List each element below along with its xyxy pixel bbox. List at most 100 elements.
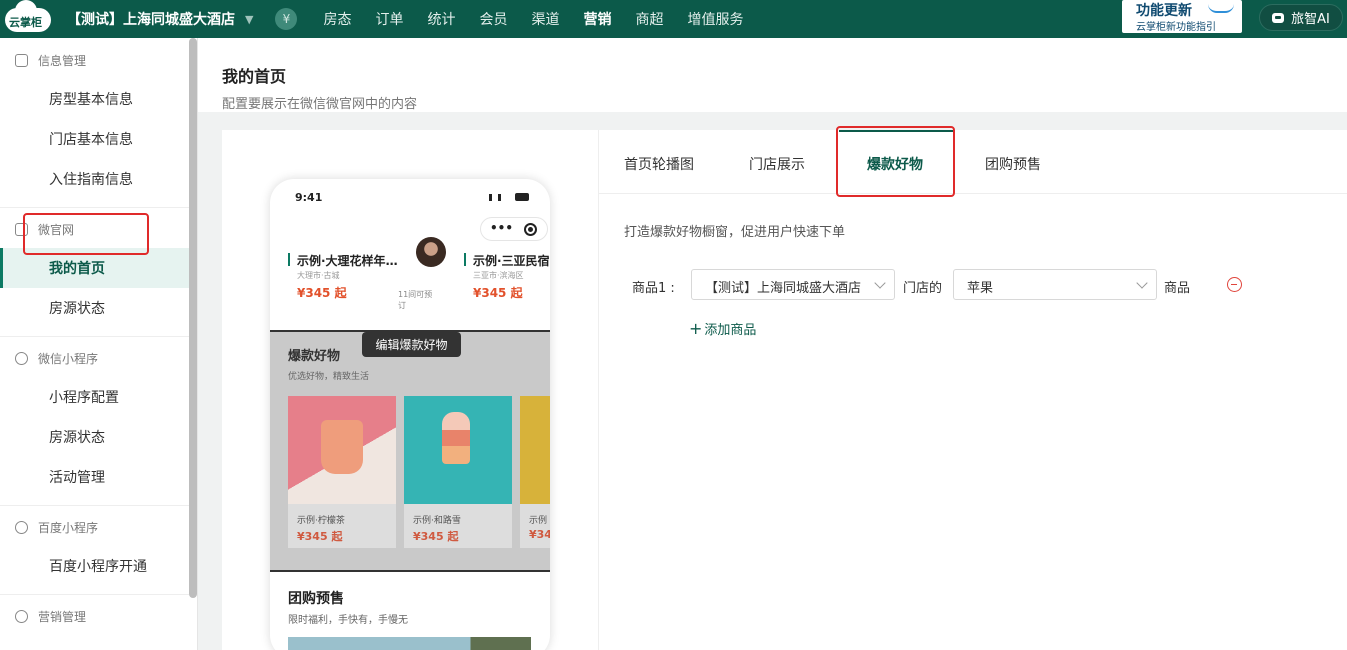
tab-banner[interactable]: 首页轮播图 <box>624 154 694 174</box>
phone-time: 9:41 <box>295 191 323 204</box>
highlight-box-sidebar <box>23 213 149 255</box>
sidebar-item-room-info[interactable]: 房型基本信息 <box>0 79 189 119</box>
product-card: 示例·和路雪 ¥345 起 <box>404 396 512 548</box>
sidebar-group-label: 百度小程序 <box>38 520 99 535</box>
group-buy-subtitle: 限时福利，手快有，手慢无 <box>288 615 408 626</box>
page-header: 我的首页 配置要展示在微信微官网中的内容 <box>198 38 1347 112</box>
app-logo[interactable]: 云掌柜 <box>3 0 53 34</box>
store-switcher[interactable]: 【测试】上海同城盛大酒店 <box>67 9 235 29</box>
mini-capsule: ••• <box>480 217 548 241</box>
sidebar-group-baidu-mini[interactable]: 百度小程序 <box>0 518 189 536</box>
phone-preview-panel: 9:41 ••• 示例·大理花样年华... 大理市·古城 ¥345 起 11间可… <box>222 130 598 650</box>
highlight-box-tab <box>836 126 955 197</box>
hotel-price: ¥345 起 <box>473 286 523 300</box>
product-price: ¥345 起 <box>297 530 343 543</box>
update-title: 功能更新 <box>1136 3 1192 19</box>
page-subtitle: 配置要展示在微信微官网中的内容 <box>222 97 418 112</box>
hotel-price: ¥345 起 <box>297 286 347 300</box>
sidebar-item-checkin-guide[interactable]: 入住指南信息 <box>0 159 189 199</box>
product-select[interactable]: 苹果 <box>953 269 1157 300</box>
product-image <box>404 396 512 504</box>
product-select-value: 苹果 <box>967 281 994 296</box>
remove-product-icon[interactable] <box>1227 277 1242 292</box>
sidebar-scrollbar[interactable] <box>189 38 197 598</box>
chevron-down-icon <box>874 277 886 289</box>
top-bar: 云掌柜 【测试】上海同城盛大酒店 ▼ ¥ 房态 订单 统计 会员 渠道 营销 商… <box>0 0 1347 38</box>
tab-group-buy[interactable]: 团购预售 <box>985 154 1041 174</box>
battery-icon <box>515 193 529 201</box>
section-title: 爆款好物 <box>288 349 341 364</box>
config-tabs: 首页轮播图 门店展示 爆款好物 团购预售 <box>599 130 1347 194</box>
product-card: 示例 ¥34 <box>520 396 550 548</box>
close-target-icon <box>524 223 537 236</box>
edit-hot-products-tooltip[interactable]: 编辑爆款好物 <box>362 332 461 357</box>
product-image <box>520 396 550 504</box>
signal-icon <box>489 194 501 201</box>
add-product-label: 添加商品 <box>704 323 757 338</box>
ai-label: 旅智AI <box>1291 12 1330 27</box>
sidebar-group-wechat-mini[interactable]: 微信小程序 <box>0 349 189 367</box>
sidebar-group-info[interactable]: 信息管理 <box>0 51 189 69</box>
product-name: 示例 <box>529 516 548 526</box>
chevron-down-icon <box>1136 277 1148 289</box>
product-image <box>288 396 396 504</box>
more-icon: ••• <box>490 221 514 235</box>
update-subtitle: 云掌柜新功能指引 <box>1136 22 1216 33</box>
tab-store-display[interactable]: 门店展示 <box>749 154 805 174</box>
sidebar-group-label: 营销管理 <box>38 609 87 624</box>
divider <box>0 207 189 208</box>
hot-products-preview[interactable]: 爆款好物 优选好物，精致生活 示例·柠檬茶 ¥345 起 示例·和路雪 ¥345… <box>270 330 550 572</box>
product-price: ¥345 起 <box>413 530 459 543</box>
status-icons <box>489 193 529 201</box>
main-nav: 房态 订单 统计 会员 渠道 营销 商超 增值服务 <box>311 9 755 29</box>
add-product-button[interactable]: + 添加商品 <box>689 319 756 338</box>
phone-frame: 9:41 ••• 示例·大理花样年华... 大理市·古城 ¥345 起 11间可… <box>270 179 550 650</box>
store-select[interactable]: 【测试】上海同城盛大酒店 <box>691 269 895 300</box>
nav-orders[interactable]: 订单 <box>375 9 403 29</box>
sidebar-item-activities[interactable]: 活动管理 <box>0 457 189 497</box>
hotel-location: 大理市·古城 <box>297 271 340 280</box>
ai-assistant-button[interactable]: 旅智AI <box>1259 4 1343 31</box>
product-price: ¥34 <box>529 528 550 541</box>
nav-members[interactable]: 会员 <box>479 9 507 29</box>
product-suffix-label: 商品 <box>1164 281 1191 296</box>
divider <box>0 505 189 506</box>
product-row-label: 商品1 : <box>632 281 675 296</box>
nav-channels[interactable]: 渠道 <box>531 9 559 29</box>
sidebar: 信息管理 房型基本信息 门店基本信息 入住指南信息 微官网 我的首页 房源状态 … <box>0 38 198 650</box>
robot-icon <box>1272 12 1285 23</box>
sidebar-group-label: 微信小程序 <box>38 351 99 366</box>
nav-mall[interactable]: 商超 <box>635 9 663 29</box>
hotel-location: 三亚市·滨海区 <box>473 271 524 280</box>
logo-text: 云掌柜 <box>9 16 42 29</box>
nav-fangtai[interactable]: 房态 <box>323 9 351 29</box>
store-of-label: 门店的 <box>903 281 943 296</box>
chevron-down-icon[interactable]: ▼ <box>245 13 253 26</box>
sidebar-item-mini-config[interactable]: 小程序配置 <box>0 377 189 417</box>
sidebar-item-baidu-open[interactable]: 百度小程序开通 <box>0 546 189 586</box>
product-name: 示例·和路雪 <box>413 516 461 526</box>
section-description: 打造爆款好物橱窗，促进用户快速下单 <box>624 225 846 240</box>
group-buy-image <box>288 637 531 650</box>
nav-value-added[interactable]: 增值服务 <box>687 9 743 29</box>
hotel-card: 示例·三亚民宿 三亚市·滨海区 ¥345 起 <box>446 242 550 304</box>
divider <box>0 594 189 595</box>
plus-icon: + <box>689 319 703 338</box>
sidebar-item-room-status[interactable]: 房源状态 <box>0 288 189 328</box>
hotel-availability: 11间可预订 <box>398 290 433 310</box>
nav-marketing[interactable]: 营销 <box>583 9 611 29</box>
nav-stats[interactable]: 统计 <box>427 9 455 29</box>
group-buy-title: 团购预售 <box>288 591 344 607</box>
hotel-card: 示例·大理花样年华... 大理市·古城 ¥345 起 11间可预订 <box>270 242 440 310</box>
miniprogram-icon <box>15 520 28 534</box>
wave-icon <box>1208 4 1234 13</box>
sparkle-icon <box>15 609 28 623</box>
divider <box>0 336 189 337</box>
sidebar-item-store-info[interactable]: 门店基本信息 <box>0 119 189 159</box>
feature-update-banner[interactable]: 功能更新 云掌柜新功能指引 <box>1122 0 1242 33</box>
cube-icon <box>15 53 28 67</box>
sidebar-group-marketing[interactable]: 营销管理 <box>0 607 189 625</box>
yen-icon[interactable]: ¥ <box>275 8 298 30</box>
miniprogram-icon <box>15 351 28 365</box>
sidebar-item-mini-room-status[interactable]: 房源状态 <box>0 417 189 457</box>
